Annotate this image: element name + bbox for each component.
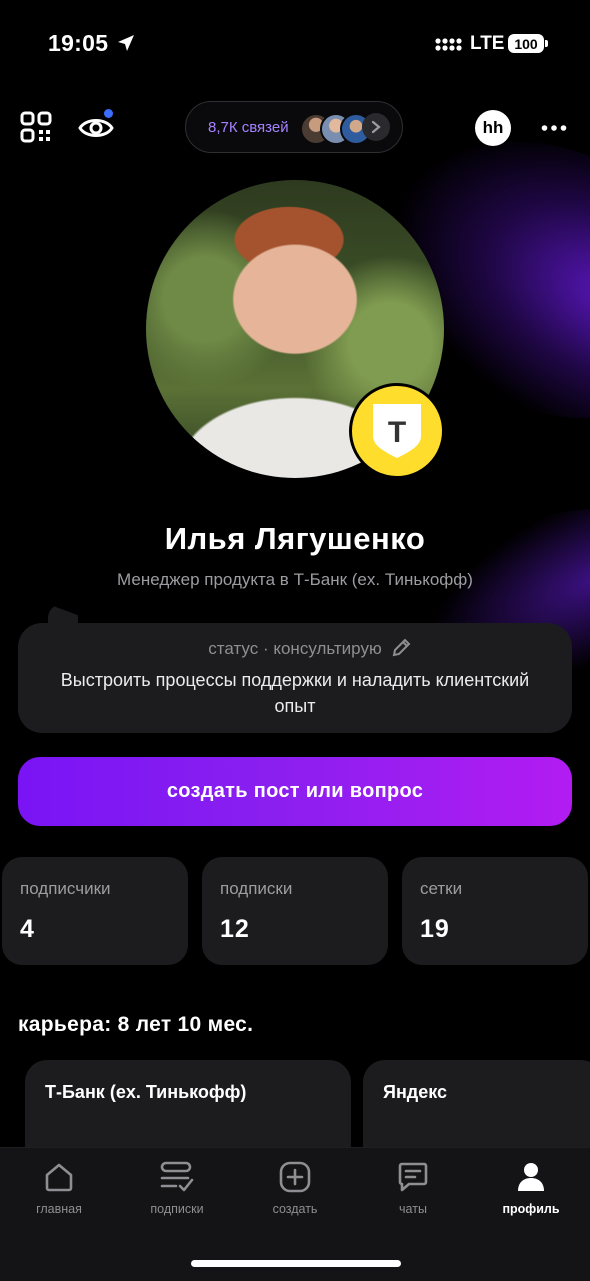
status-label: статус · консультирую: [208, 639, 382, 658]
tab-profile[interactable]: профиль: [472, 1160, 590, 1220]
qr-code-icon[interactable]: [20, 111, 52, 143]
tab-subscriptions[interactable]: подписки: [118, 1160, 236, 1220]
status-time: 19:05: [48, 30, 109, 56]
stat-value: 19: [420, 915, 450, 943]
signal-icon: [435, 38, 462, 51]
stat-label: подписки: [220, 879, 293, 898]
stat-networks[interactable]: сетки 19: [402, 857, 588, 965]
tab-label: чаты: [399, 1202, 427, 1216]
profile-icon: [518, 1163, 544, 1191]
home-icon: [45, 1163, 73, 1192]
connections-label: 8,7К связей: [208, 119, 289, 136]
chat-icon: [398, 1162, 428, 1192]
status-card[interactable]: статус · консультирую Выстроить процессы…: [18, 623, 572, 733]
tab-label: профиль: [502, 1202, 560, 1216]
battery-tip: [545, 40, 548, 47]
stat-value: 4: [20, 915, 35, 943]
home-indicator: [191, 1260, 401, 1267]
status-bar: 19:05 LTE 100: [0, 0, 590, 90]
tab-label: подписки: [150, 1202, 204, 1216]
career-company: Т-Банк (ex. Тинькофф): [45, 1082, 247, 1102]
stat-followers[interactable]: подписчики 4: [2, 857, 188, 965]
profile-name: Илья Лягушенко: [164, 521, 426, 556]
plus-icon: [279, 1161, 311, 1193]
stat-label: сетки: [420, 879, 463, 898]
profile-job-title: Менеджер продукта в Т-Банк (ex. Тинькофф…: [117, 570, 473, 589]
tab-chats[interactable]: чаты: [354, 1160, 472, 1220]
tab-label: создать: [272, 1202, 318, 1216]
stat-label: подписчики: [20, 879, 111, 898]
notification-dot: [104, 109, 113, 118]
battery-icon: 100: [508, 34, 544, 53]
company-badge-icon[interactable]: Т: [349, 383, 445, 479]
career-title: карьера: 8 лет 10 мес.: [18, 1013, 254, 1036]
company-badge-letter: Т: [388, 416, 406, 449]
tab-label: главная: [36, 1202, 82, 1216]
create-post-button[interactable]: создать пост или вопрос: [18, 757, 572, 826]
subscriptions-icon: [160, 1161, 194, 1192]
more-icon[interactable]: [541, 124, 567, 132]
network-type: LTE: [470, 33, 505, 54]
tab-create[interactable]: создать: [236, 1160, 354, 1220]
location-arrow-icon: [118, 35, 134, 51]
pencil-icon[interactable]: [390, 637, 412, 659]
chevron-right-icon: [362, 113, 390, 141]
tab-home[interactable]: главная: [0, 1160, 118, 1220]
stat-value: 12: [220, 915, 250, 943]
status-text: Выстроить процессы поддержки и наладить …: [60, 670, 530, 716]
connections-pill[interactable]: 8,7К связей: [185, 101, 403, 153]
stat-following[interactable]: подписки 12: [202, 857, 388, 965]
career-company: Яндекс: [383, 1082, 448, 1102]
hh-logo-button[interactable]: hh: [475, 110, 511, 146]
